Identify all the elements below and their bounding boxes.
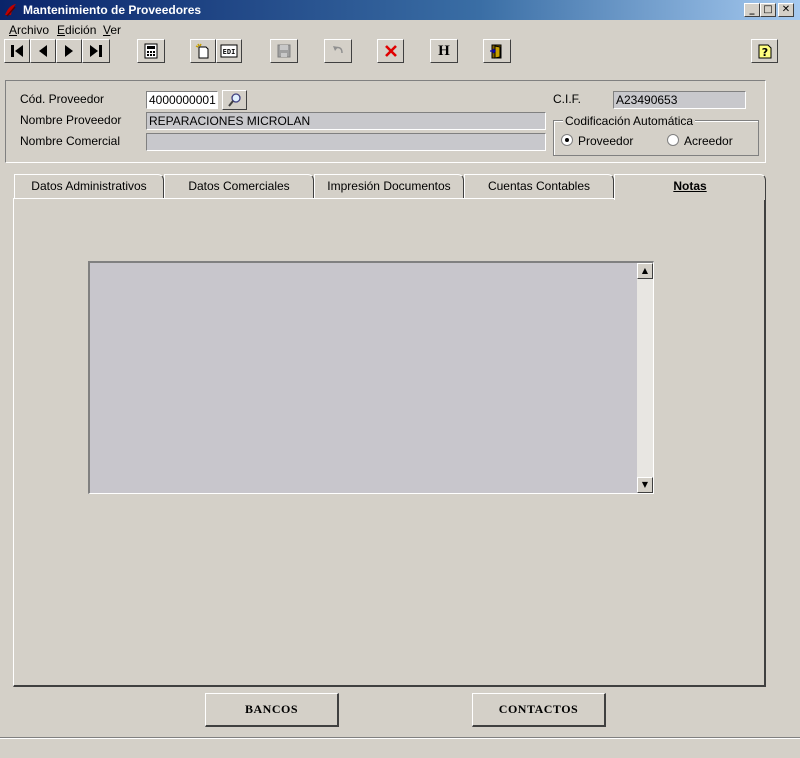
delete-button[interactable] <box>377 39 404 63</box>
minimize-button[interactable]: _ <box>744 3 760 17</box>
save-button[interactable] <box>270 39 298 63</box>
app-icon <box>5 4 16 17</box>
svg-text:?: ? <box>761 46 767 59</box>
nombre-proveedor-input[interactable]: REPARACIONES MICROLAN <box>146 112 546 130</box>
radio-proveedor[interactable] <box>561 134 573 146</box>
maximize-button[interactable]: □ <box>760 3 776 17</box>
delete-icon <box>384 45 397 57</box>
prev-record-icon <box>39 45 47 57</box>
status-bar <box>0 737 800 758</box>
title-bar: Mantenimiento de Proveedores _ □ ✕ <box>0 0 800 20</box>
scroll-down-button[interactable]: ▼ <box>637 477 653 493</box>
tab-label: Impresión Documentos <box>327 179 451 193</box>
tab-impresion-documentos[interactable]: Impresión Documentos <box>314 174 464 199</box>
help-button[interactable]: ? <box>751 39 778 63</box>
first-record-icon <box>11 45 23 57</box>
tab-datos-comerciales[interactable]: Datos Comerciales <box>164 174 314 199</box>
next-record-button[interactable] <box>56 39 82 63</box>
tab-label: Cuentas Contables <box>487 179 591 193</box>
contactos-button[interactable]: CONTACTOS <box>472 693 606 727</box>
last-record-button[interactable] <box>82 39 110 63</box>
nombre-proveedor-label: Nombre Proveedor <box>20 113 122 127</box>
undo-icon <box>333 46 343 54</box>
tab-notas[interactable]: Notas <box>614 174 766 200</box>
scroll-up-button[interactable]: ▲ <box>637 263 653 279</box>
new-record-icon <box>195 43 209 59</box>
next-record-icon <box>65 45 73 57</box>
history-icon: H <box>438 42 450 59</box>
menu-edicion[interactable]: Edición <box>57 23 96 37</box>
radio-acreedor-label[interactable]: Acreedor <box>684 134 733 148</box>
edit-icon: EDI <box>220 44 238 58</box>
exit-button[interactable] <box>483 39 511 63</box>
tab-label: Datos Administrativos <box>31 179 147 193</box>
exit-icon <box>490 44 502 59</box>
tab-label: Notas <box>673 179 707 193</box>
tab-datos-administrativos[interactable]: Datos Administrativos <box>14 174 164 199</box>
calculator-icon <box>144 43 158 59</box>
nombre-comercial-input[interactable] <box>146 133 546 151</box>
last-record-icon <box>90 45 102 57</box>
cod-proveedor-input[interactable]: 4000000001 <box>146 91 218 109</box>
search-icon <box>227 93 241 107</box>
notes-textarea[interactable]: ▲ ▼ <box>88 261 654 494</box>
menu-bar: Archivo Edición Ver <box>0 21 800 39</box>
notes-scrollbar[interactable]: ▲ ▼ <box>637 263 653 493</box>
codificacion-title: Codificación Automática <box>563 114 696 128</box>
cif-input[interactable]: A23490653 <box>613 91 746 109</box>
edit-button[interactable]: EDI <box>216 39 242 63</box>
nombre-comercial-label: Nombre Comercial <box>20 134 121 148</box>
bancos-button[interactable]: BANCOS <box>205 693 339 727</box>
tab-label: Datos Comerciales <box>188 179 290 193</box>
close-button[interactable]: ✕ <box>778 3 794 17</box>
radio-proveedor-label[interactable]: Proveedor <box>578 134 633 148</box>
new-record-button[interactable] <box>190 39 216 63</box>
window-title: Mantenimiento de Proveedores <box>23 3 202 17</box>
prev-record-button[interactable] <box>30 39 56 63</box>
search-button[interactable] <box>222 90 247 110</box>
calculator-button[interactable] <box>137 39 165 63</box>
history-button[interactable]: H <box>430 39 458 63</box>
radio-selected-dot <box>565 138 569 142</box>
cod-proveedor-label: Cód. Proveedor <box>20 92 105 106</box>
cif-label: C.I.F. <box>553 92 582 106</box>
svg-text:EDI: EDI <box>223 48 236 56</box>
help-icon: ? <box>758 44 771 59</box>
tab-cuentas-contables[interactable]: Cuentas Contables <box>464 174 614 199</box>
menu-archivo[interactable]: Archivo <box>9 23 49 37</box>
undo-button[interactable] <box>324 39 352 63</box>
save-icon <box>277 44 291 58</box>
menu-ver[interactable]: Ver <box>103 23 121 37</box>
first-record-button[interactable] <box>4 39 30 63</box>
radio-acreedor[interactable] <box>667 134 679 146</box>
